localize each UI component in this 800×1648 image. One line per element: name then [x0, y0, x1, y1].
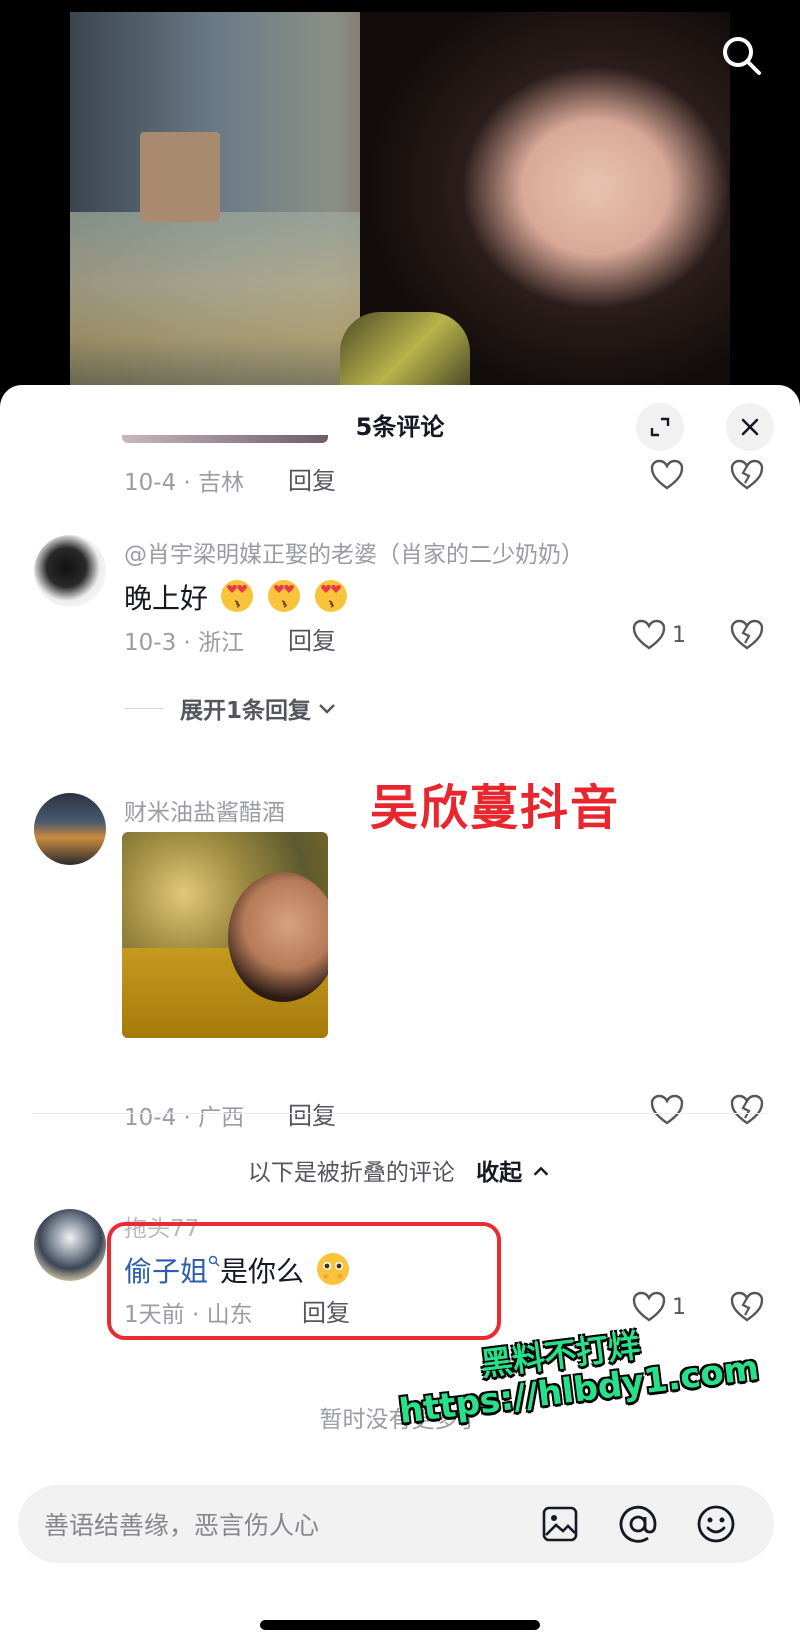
image-icon: [542, 1506, 578, 1542]
expand-replies-label: 展开1条回复: [180, 698, 312, 724]
comment-date: 10-4 · 吉林: [124, 470, 245, 496]
heart-eyes-kiss-emoji: [314, 580, 347, 612]
comment-date: 10-4 · 广西: [124, 1105, 245, 1131]
reply-button[interactable]: 回复: [288, 621, 336, 656]
dislike-button[interactable]: [730, 1287, 770, 1327]
video-background-bag: [140, 132, 220, 222]
like-button[interactable]: [650, 1090, 690, 1130]
video-frame[interactable]: [70, 12, 730, 392]
mention-button[interactable]: [616, 1502, 660, 1546]
search-icon: [723, 37, 761, 75]
collapse-label: 收起: [476, 1160, 523, 1186]
video-subject-jacket: [340, 312, 470, 392]
heart-icon: [632, 1291, 666, 1322]
dislike-button[interactable]: [730, 1090, 770, 1130]
image-button[interactable]: [538, 1502, 582, 1546]
expand-sheet-button[interactable]: [636, 403, 684, 451]
like-button[interactable]: [632, 615, 672, 655]
red-watermark-text: 吴欣蔓抖音: [370, 780, 621, 836]
home-indicator[interactable]: [260, 1620, 540, 1630]
comment-sheet: 5条评论 10-4 · 吉林 回复 @肖宇梁明媒正娶的老婆（肖家的二少奶奶） 晚…: [0, 385, 800, 1648]
expand-replies-button[interactable]: 展开1条回复: [124, 691, 339, 725]
chevron-down-icon: [319, 704, 335, 714]
broken-heart-icon: [730, 459, 764, 490]
close-sheet-button[interactable]: [726, 403, 774, 451]
avatar[interactable]: [34, 535, 106, 607]
like-button[interactable]: [650, 455, 690, 495]
search-button[interactable]: [716, 30, 766, 80]
comment-body: 晚上好: [124, 582, 209, 615]
heart-icon: [650, 459, 684, 490]
comment-text: 晚上好: [124, 577, 349, 617]
folded-divider: [32, 1113, 768, 1114]
emoji-icon: [697, 1505, 735, 1543]
close-icon: [741, 418, 759, 436]
red-highlight-box: [107, 1222, 501, 1340]
expand-divider-line: [124, 707, 164, 709]
avatar[interactable]: [34, 793, 106, 865]
comment-username[interactable]: @肖宇梁明媒正娶的老婆（肖家的二少奶奶）: [124, 535, 584, 569]
emoji-button[interactable]: [694, 1502, 738, 1546]
reply-button[interactable]: 回复: [288, 461, 336, 496]
broken-heart-icon: [730, 1291, 764, 1322]
dislike-button[interactable]: [730, 615, 770, 655]
heart-eyes-kiss-emoji: [267, 580, 300, 612]
chevron-up-icon: [533, 1166, 549, 1176]
heart-icon: [650, 1094, 684, 1125]
like-button[interactable]: [632, 1287, 672, 1327]
like-count: 1: [672, 1295, 686, 1320]
heart-icon: [632, 619, 666, 650]
heart-eyes-kiss-emoji: [220, 580, 253, 612]
broken-heart-icon: [730, 619, 764, 650]
comment-date: 10-3 · 浙江: [124, 630, 245, 656]
sticker-image[interactable]: [122, 832, 328, 1038]
scrolled-image-edge: [122, 435, 328, 443]
folded-label: 以下是被折叠的评论: [247, 1160, 455, 1186]
sticker-face: [228, 872, 328, 1002]
expand-icon: [650, 417, 670, 437]
comment-input[interactable]: [42, 1485, 526, 1565]
like-count: 1: [672, 623, 686, 648]
broken-heart-icon: [730, 1094, 764, 1125]
dislike-button[interactable]: [730, 455, 770, 495]
comment-username[interactable]: 财米油盐酱醋酒: [124, 793, 285, 827]
comment-input-bar: [18, 1485, 774, 1565]
at-icon: [619, 1505, 657, 1543]
collapse-button[interactable]: 收起: [476, 1160, 552, 1186]
avatar[interactable]: [34, 1209, 106, 1281]
folded-comments-header: 以下是被折叠的评论 收起: [0, 1153, 800, 1187]
